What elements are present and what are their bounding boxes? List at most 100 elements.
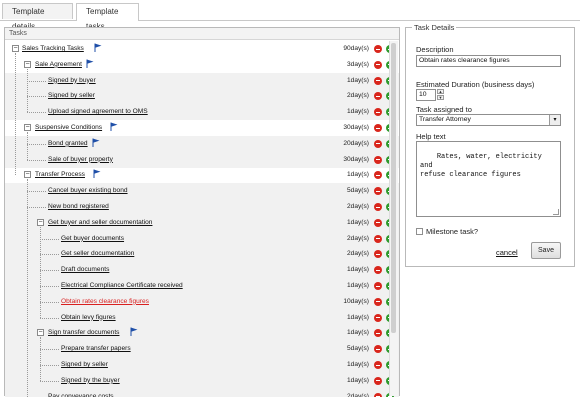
remove-task-icon[interactable]: [374, 235, 382, 243]
remove-task-icon[interactable]: [374, 108, 382, 116]
task-row[interactable]: −Sign transfer documents 1day(s): [5, 325, 399, 341]
task-row[interactable]: Obtain rates clearance figures10day(s): [5, 294, 399, 310]
milestone-flag-icon: [94, 43, 102, 52]
task-row[interactable]: −Transfer Process1day(s): [5, 167, 399, 183]
tree-connector: [27, 144, 46, 145]
task-duration: 1day(s): [329, 104, 369, 120]
task-row[interactable]: Signed by buyer1day(s): [5, 73, 399, 89]
remove-task-icon[interactable]: [374, 45, 382, 53]
collapse-toggle-icon[interactable]: −: [24, 124, 31, 131]
duration-decrement-button[interactable]: ▼: [437, 95, 444, 100]
remove-task-icon[interactable]: [374, 329, 382, 337]
task-label[interactable]: Obtain levy figures: [61, 310, 116, 326]
remove-task-icon[interactable]: [374, 266, 382, 274]
task-label[interactable]: Signed by seller: [61, 357, 108, 373]
task-label[interactable]: Obtain rates clearance figures: [61, 294, 149, 310]
scrollbar-thumb[interactable]: [391, 43, 396, 333]
tasks-scrollbar[interactable]: [389, 41, 398, 396]
tab-template-details[interactable]: Template details: [2, 3, 73, 19]
task-label[interactable]: Sale of buyer property: [48, 152, 113, 168]
task-label[interactable]: Sign transfer documents: [48, 325, 119, 341]
task-row[interactable]: Get seller documentation2day(s): [5, 246, 399, 262]
task-row[interactable]: −Sale Agreement3day(s): [5, 57, 399, 73]
task-row[interactable]: Signed by seller2day(s): [5, 88, 399, 104]
task-row[interactable]: Prepare transfer papers5day(s): [5, 341, 399, 357]
task-row[interactable]: Electrical Compliance Certificate receiv…: [5, 278, 399, 294]
task-label[interactable]: Electrical Compliance Certificate receiv…: [61, 278, 183, 294]
tree-guide-line: [40, 227, 41, 318]
remove-task-icon[interactable]: [374, 298, 382, 306]
remove-task-icon[interactable]: [374, 203, 382, 211]
remove-task-icon[interactable]: [374, 171, 382, 179]
remove-task-icon[interactable]: [374, 219, 382, 227]
save-button[interactable]: Save: [531, 242, 561, 259]
milestone-checkbox[interactable]: [416, 228, 423, 235]
collapse-toggle-icon[interactable]: −: [12, 45, 19, 52]
task-label[interactable]: Signed by the buyer: [61, 373, 120, 389]
task-label[interactable]: Transfer Process: [35, 167, 85, 183]
remove-task-icon[interactable]: [374, 92, 382, 100]
remove-task-icon[interactable]: [374, 61, 382, 69]
remove-task-icon[interactable]: [374, 156, 382, 164]
help-text-field[interactable]: Rates, water, electricity and refuse cle…: [416, 141, 561, 217]
task-label[interactable]: Get buyer documents: [61, 231, 124, 247]
task-label[interactable]: Get buyer and seller documentation: [48, 215, 152, 231]
assigned-to-select[interactable]: Transfer Attorney ▾: [416, 114, 561, 126]
task-row[interactable]: Cancel buyer existing bond5day(s): [5, 183, 399, 199]
remove-task-icon[interactable]: [374, 377, 382, 385]
task-row[interactable]: New bond registered2day(s): [5, 199, 399, 215]
tree-connector: [40, 318, 59, 319]
task-label[interactable]: Draft documents: [61, 262, 109, 278]
task-label[interactable]: Bond granted: [48, 136, 88, 152]
remove-task-icon[interactable]: [374, 140, 382, 148]
remove-task-icon[interactable]: [374, 314, 382, 322]
task-label[interactable]: Signed by buyer: [48, 73, 96, 89]
task-label[interactable]: Upload signed agreement to OMS: [48, 104, 148, 120]
task-label[interactable]: Sales Tracking Tasks: [22, 41, 84, 57]
tree-connector: [40, 254, 59, 255]
task-label[interactable]: Suspensive Conditions: [35, 120, 102, 136]
milestone-flag-icon: [130, 327, 138, 336]
description-field[interactable]: Obtain rates clearance figures: [416, 55, 561, 67]
remove-task-icon[interactable]: [374, 187, 382, 195]
collapse-toggle-icon[interactable]: −: [37, 219, 44, 226]
tasks-panel: Tasks −Sales Tracking Tasks90day(s)−Sale…: [4, 27, 400, 396]
remove-task-icon[interactable]: [374, 361, 382, 369]
remove-task-icon[interactable]: [374, 282, 382, 290]
task-label[interactable]: Prepare transfer papers: [61, 341, 131, 357]
task-label[interactable]: Get seller documentation: [61, 246, 134, 262]
task-label[interactable]: New bond registered: [48, 199, 109, 215]
tab-template-tasks[interactable]: Template tasks: [76, 3, 139, 21]
task-row[interactable]: Obtain levy figures1day(s): [5, 310, 399, 326]
task-row[interactable]: Signed by seller1day(s): [5, 357, 399, 373]
collapse-toggle-icon[interactable]: −: [37, 329, 44, 336]
task-row[interactable]: Draft documents1day(s): [5, 262, 399, 278]
task-row[interactable]: Sale of buyer property30day(s): [5, 152, 399, 168]
task-tree: −Sales Tracking Tasks90day(s)−Sale Agree…: [5, 41, 399, 397]
remove-task-icon[interactable]: [374, 393, 382, 397]
task-row[interactable]: Bond granted20day(s): [5, 136, 399, 152]
chevron-down-icon[interactable]: ▾: [549, 115, 560, 125]
collapse-toggle-icon[interactable]: −: [24, 171, 31, 178]
task-label[interactable]: Cancel buyer existing bond: [48, 183, 128, 199]
collapse-toggle-icon[interactable]: −: [24, 61, 31, 68]
task-row[interactable]: Upload signed agreement to OMS 1day(s): [5, 104, 399, 120]
task-label[interactable]: Sale Agreement: [35, 57, 82, 73]
task-row[interactable]: −Suspensive Conditions30day(s): [5, 120, 399, 136]
resize-grip-icon[interactable]: [553, 209, 559, 215]
remove-task-icon[interactable]: [374, 250, 382, 258]
task-row[interactable]: Signed by the buyer1day(s): [5, 373, 399, 389]
task-label[interactable]: Signed by seller: [48, 88, 95, 104]
task-row[interactable]: −Get buyer and seller documentation1day(…: [5, 215, 399, 231]
duration-field[interactable]: 10: [416, 89, 436, 101]
task-row[interactable]: Get buyer documents2day(s): [5, 231, 399, 247]
task-row[interactable]: −Sales Tracking Tasks90day(s): [5, 41, 399, 57]
duration-increment-button[interactable]: ▲: [437, 89, 444, 94]
remove-task-icon[interactable]: [374, 77, 382, 85]
remove-task-icon[interactable]: [374, 124, 382, 132]
cancel-link[interactable]: cancel: [496, 248, 518, 257]
tree-connector: [27, 160, 46, 161]
remove-task-icon[interactable]: [374, 345, 382, 353]
tree-connector: [40, 270, 59, 271]
task-duration: 1day(s): [329, 325, 369, 341]
